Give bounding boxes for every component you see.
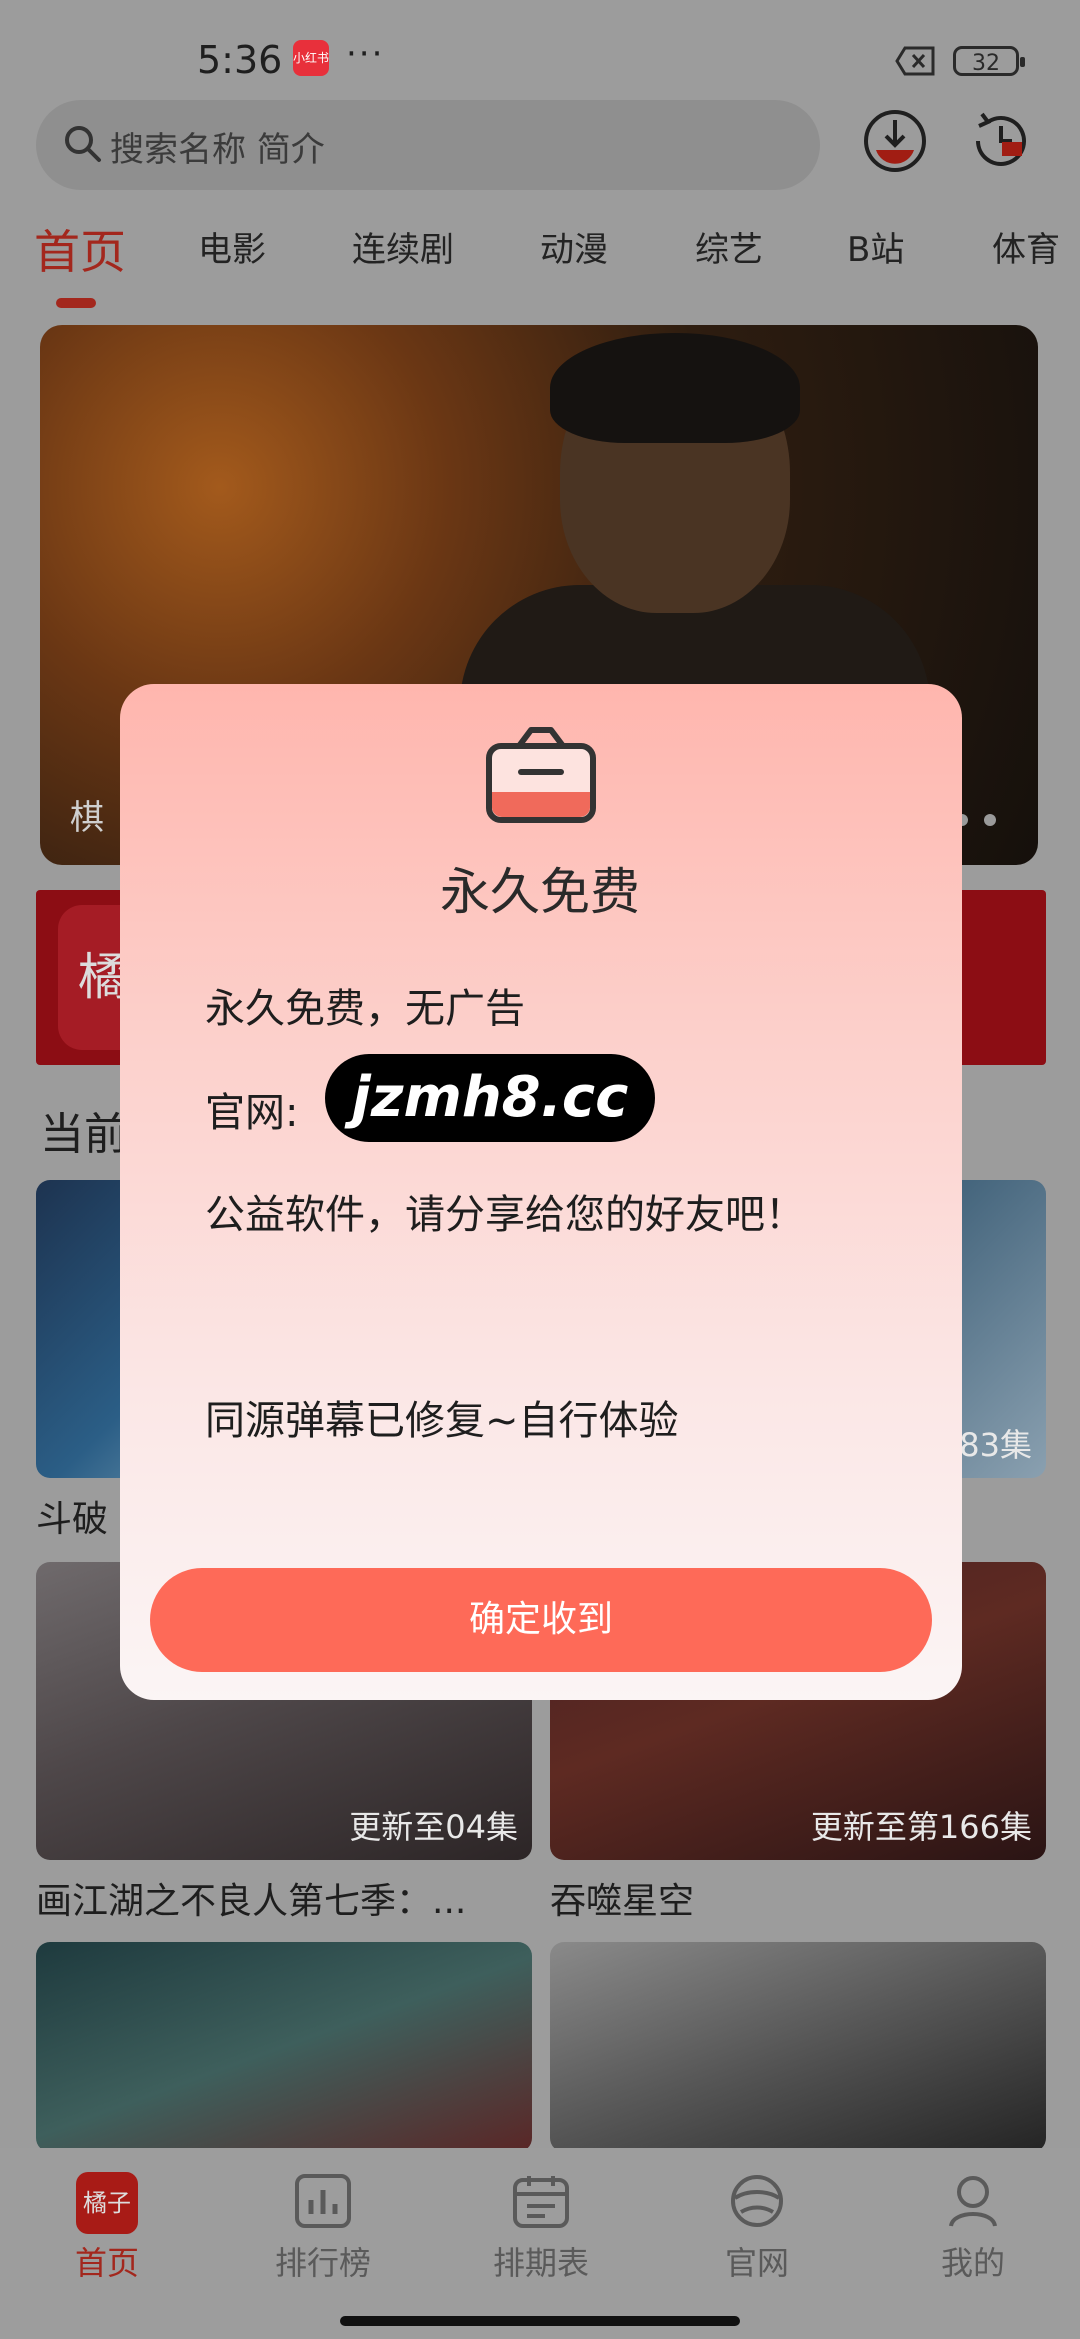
episode-badge: 83集 <box>959 1426 1032 1464</box>
app-logo-icon[interactable]: 橘子 <box>76 2172 138 2234</box>
dialog-title: 永久免费 <box>440 863 640 921</box>
hero-figure-hair <box>550 333 800 443</box>
schedule-icon[interactable] <box>511 2172 571 2230</box>
dialog-line: 同源弹幕已修复~自行体验 <box>205 1398 679 1444</box>
tab-home[interactable]: 首页 <box>34 216 126 282</box>
nav-schedule[interactable]: 排期表 <box>471 2238 611 2284</box>
website-icon[interactable] <box>727 2172 787 2230</box>
tab-series[interactable]: 连续剧 <box>352 222 454 271</box>
section-title: 当前 <box>40 1109 128 1160</box>
tab-bilibili[interactable]: B站 <box>847 222 904 271</box>
tab-sports[interactable]: 体育 <box>992 222 1060 271</box>
dialog-line: 公益软件，请分享给您的好友吧！ <box>205 1192 805 1238</box>
nav-ranking[interactable]: 排行榜 <box>253 2238 393 2284</box>
hero-caption: 棋 <box>70 798 104 838</box>
card-title[interactable]: 斗破 <box>36 1490 108 1542</box>
card-thumbnail[interactable] <box>36 1942 532 2152</box>
nav-website[interactable]: 官网 <box>687 2238 827 2284</box>
tab-anime[interactable]: 动漫 <box>540 222 608 271</box>
download-icon[interactable] <box>862 108 928 174</box>
profile-icon[interactable] <box>943 2172 1003 2230</box>
episode-badge: 更新至第166集 <box>810 1808 1032 1846</box>
website-url[interactable]: jzmh8.cc <box>325 1054 655 1142</box>
nav-home[interactable]: 首页 <box>37 2238 177 2284</box>
card-title[interactable]: 吞噬星空 <box>550 1872 694 1924</box>
nav-profile[interactable]: 我的 <box>903 2238 1043 2284</box>
status-more-icon: ··· <box>346 34 385 74</box>
dialog-line: 永久免费，无广告 <box>205 986 525 1032</box>
tab-variety[interactable]: 综艺 <box>695 222 763 271</box>
bag-icon <box>486 727 596 823</box>
search-icon <box>65 126 101 162</box>
status-time: 5:36 <box>197 38 283 82</box>
close-x-icon <box>895 46 935 76</box>
app-notification-icon: 小红书 <box>293 40 329 76</box>
tab-active-indicator <box>56 298 96 308</box>
card-title[interactable]: 画江湖之不良人第七季：... <box>36 1872 466 1924</box>
tab-movie[interactable]: 电影 <box>198 222 266 271</box>
battery-icon: 32 <box>953 46 1025 76</box>
episode-badge: 更新至04集 <box>349 1808 518 1846</box>
search-placeholder[interactable]: 搜索名称 简介 <box>110 122 325 171</box>
confirm-button[interactable]: 确定收到 <box>150 1568 932 1672</box>
card-thumbnail[interactable] <box>550 1942 1046 2152</box>
ranking-icon[interactable] <box>293 2172 353 2230</box>
website-label: 官网: <box>205 1090 299 1136</box>
home-indicator[interactable] <box>340 2316 740 2326</box>
history-icon[interactable] <box>968 108 1034 174</box>
